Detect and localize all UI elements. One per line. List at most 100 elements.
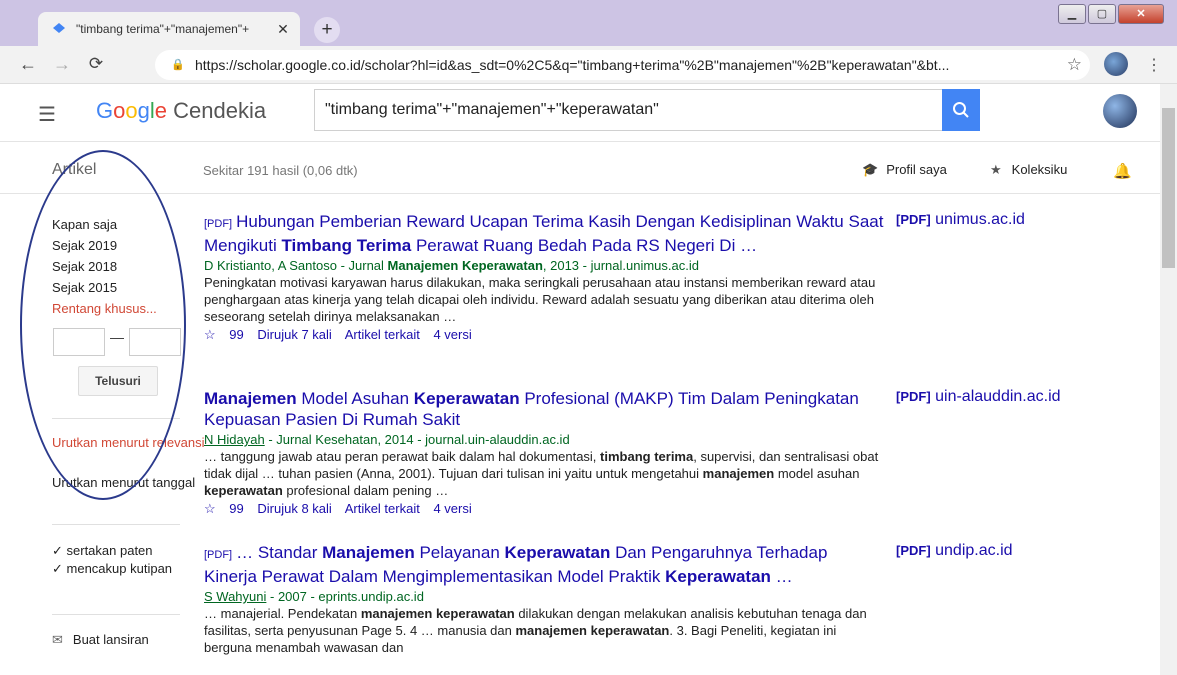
snippet-text: profesional dalam pening …	[282, 483, 449, 498]
cite-quote-icon[interactable]: 99	[229, 327, 243, 342]
checkmark-icon: ✓	[52, 543, 67, 558]
title-highlight: Keperawatan	[665, 567, 771, 586]
result-snippet: Peningkatan motivasi karyawan harus dila…	[204, 275, 876, 324]
pdf-source: uin-alauddin.ac.id	[935, 388, 1061, 405]
create-alert-link[interactable]: ✉ Buat lansiran	[52, 632, 149, 648]
author-text: - Jurnal Kesehatan, 2014 - journal.uin-a…	[264, 432, 570, 447]
notification-bell-icon[interactable]: 🔔	[1113, 162, 1132, 180]
scholar-logo[interactable]: Google Cendekia	[96, 98, 266, 124]
snippet-highlight: keperawatan	[204, 483, 283, 498]
profile-link[interactable]: 🎓 Profil saya	[862, 162, 947, 178]
minimize-icon[interactable]: ▁	[1058, 4, 1086, 24]
annotation-ellipse	[20, 150, 186, 500]
cite-quote-icon[interactable]: 99	[229, 501, 243, 516]
author-text: D Kristianto, A Santoso - Jurnal	[204, 258, 388, 273]
star-icon: ★	[990, 162, 1002, 177]
result-snippet: … tanggung jawab atau peran perawat baik…	[204, 448, 884, 499]
scholar-favicon-icon	[53, 23, 65, 33]
title-highlight: Manajemen	[204, 389, 297, 408]
url-text: https://scholar.google.co.id/scholar?hl=…	[195, 57, 950, 73]
author-link[interactable]: N Hidayah	[204, 432, 265, 447]
snippet-text: model asuhan	[774, 466, 860, 481]
result-title[interactable]: [PDF] Hubungan Pemberian Reward Ucapan Te…	[204, 211, 884, 256]
maximize-icon[interactable]: ▢	[1088, 4, 1116, 24]
close-window-icon[interactable]: ✕	[1118, 4, 1164, 24]
include-patents-checkbox[interactable]: ✓ sertakan paten	[52, 542, 153, 559]
author-highlight: Manajemen Keperawatan	[387, 258, 543, 273]
search-button[interactable]	[942, 89, 980, 131]
result-item: Manajemen Model Asuhan Keperawatan Profe…	[204, 388, 884, 517]
scholar-header: ☰ Google Cendekia "timbang terima"+"mana…	[0, 84, 1160, 142]
envelope-icon: ✉	[52, 632, 63, 647]
author-text: - 2007 - eprints.undip.ac.id	[266, 589, 424, 604]
result-title[interactable]: Manajemen Model Asuhan Keperawatan Profe…	[204, 388, 884, 430]
pdf-link[interactable]: [PDF] uin-alauddin.ac.id	[896, 388, 1061, 406]
save-star-icon[interactable]: ☆	[204, 501, 216, 516]
snippet-highlight: manajemen keperawatan	[360, 606, 515, 621]
pdf-label: [PDF]	[896, 389, 931, 404]
result-footer: ☆ 99 Dirujuk 8 kali Artikel terkait 4 ve…	[204, 501, 884, 517]
new-tab-button[interactable]: +	[314, 17, 340, 43]
include-patents-label: sertakan paten	[66, 543, 153, 558]
cited-by-link[interactable]: Dirujuk 8 kali	[257, 501, 331, 516]
graduation-cap-icon: 🎓	[862, 162, 879, 177]
snippet-highlight: manajemen keperawatan	[515, 623, 670, 638]
author-text: , 2013 - jurnal.unimus.ac.id	[542, 258, 699, 273]
library-label: Koleksiku	[1011, 162, 1068, 177]
pdf-link[interactable]: [PDF] unimus.ac.id	[896, 211, 1025, 229]
search-input[interactable]: "timbang terima"+"manajemen"+"keperawata…	[314, 89, 942, 131]
library-link[interactable]: ★ Koleksiku	[990, 162, 1067, 178]
bookmark-star-icon[interactable]: ☆	[1067, 50, 1082, 80]
related-articles-link[interactable]: Artikel terkait	[345, 327, 420, 342]
result-count: Sekitar 191 hasil (0,06 dtk)	[203, 163, 358, 178]
title-text: … Standar	[236, 543, 323, 562]
tab-title: "timbang terima"+"manajemen"+	[76, 22, 250, 36]
logo-product: Cendekia	[173, 98, 267, 123]
hamburger-menu-icon[interactable]: ☰	[38, 102, 56, 127]
close-tab-icon[interactable]: ✕	[274, 21, 292, 38]
pdf-tag: [PDF]	[204, 549, 233, 561]
include-citations-checkbox[interactable]: ✓ mencakup kutipan	[52, 560, 182, 577]
result-item: [PDF] Hubungan Pemberian Reward Ucapan Te…	[204, 211, 884, 343]
account-avatar[interactable]	[1103, 94, 1137, 128]
logo-google: Google	[96, 98, 168, 123]
pdf-tag: [PDF]	[204, 218, 233, 230]
pdf-label: [PDF]	[896, 212, 931, 227]
profile-label: Profil saya	[886, 162, 947, 177]
reload-icon[interactable]: ⟳	[84, 54, 108, 74]
browser-profile-avatar[interactable]	[1104, 52, 1128, 76]
title-text: Pelayanan	[414, 543, 505, 562]
browser-menu-icon[interactable]: ⋮	[1146, 55, 1162, 75]
title-highlight: Timbang Terima	[281, 236, 412, 255]
result-authors: D Kristianto, A Santoso - Jurnal Manajem…	[204, 257, 884, 274]
save-star-icon[interactable]: ☆	[204, 327, 216, 342]
result-snippet: … manajerial. Pendekatan manajemen keper…	[204, 605, 884, 656]
url-field[interactable]: 🔒 https://scholar.google.co.id/scholar?h…	[155, 50, 1090, 80]
browser-titlebar: "timbang terima"+"manajemen"+ ✕ + ▁ ▢ ✕	[0, 0, 1177, 46]
back-icon[interactable]: ←	[16, 54, 40, 75]
forward-icon[interactable]: →	[50, 54, 74, 75]
scrollbar-thumb[interactable]	[1162, 108, 1175, 268]
snippet-highlight: timbang terima	[600, 449, 694, 464]
snippet-text: … tanggung jawab atau peran perawat baik…	[204, 449, 601, 464]
pdf-link[interactable]: [PDF] undip.ac.id	[896, 542, 1013, 560]
result-title[interactable]: [PDF]… Standar Manajemen Pelayanan Keper…	[204, 542, 884, 587]
pdf-label: [PDF]	[896, 543, 931, 558]
search-icon	[953, 102, 969, 118]
title-highlight: Manajemen	[322, 543, 415, 562]
browser-tab[interactable]: "timbang terima"+"manajemen"+ ✕	[38, 12, 300, 46]
author-link[interactable]: S Wahyuni	[204, 589, 266, 604]
related-articles-link[interactable]: Artikel terkait	[345, 501, 420, 516]
checkmark-icon: ✓	[52, 561, 67, 576]
lock-icon: 🔒	[171, 59, 185, 71]
address-bar: ← → ⟳ 🔒 https://scholar.google.co.id/sch…	[0, 46, 1177, 84]
cited-by-link[interactable]: Dirujuk 7 kali	[257, 327, 331, 342]
versions-link[interactable]: 4 versi	[433, 501, 471, 516]
pdf-source: undip.ac.id	[935, 542, 1013, 559]
title-text: Model Asuhan	[296, 389, 414, 408]
snippet-text: … manajerial. Pendekatan	[204, 606, 361, 621]
snippet-highlight: manajemen	[702, 466, 775, 481]
title-text: Perawat Ruang Bedah Pada RS Negeri Di …	[411, 236, 758, 255]
result-item: [PDF]… Standar Manajemen Pelayanan Keper…	[204, 542, 884, 656]
versions-link[interactable]: 4 versi	[433, 327, 471, 342]
